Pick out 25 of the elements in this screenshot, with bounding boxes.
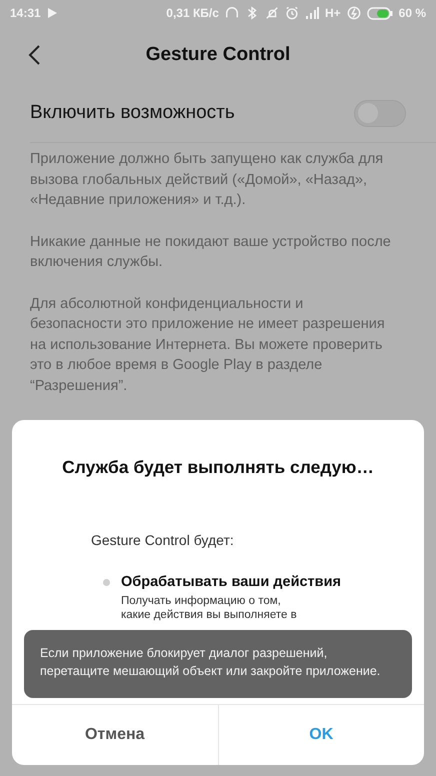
back-icon[interactable] <box>28 45 40 65</box>
clock: 14:31 <box>10 6 41 20</box>
bell-off-icon <box>264 6 279 20</box>
signal-icon <box>304 7 319 19</box>
battery-percent: 60 % <box>398 6 426 20</box>
permission-description: Получать информацию о том, какие действия вы выполняете в <box>121 594 298 622</box>
charging-icon <box>346 6 361 20</box>
page-title: Gesture Control <box>146 44 290 66</box>
setting-label: Включить возможность <box>30 102 235 124</box>
permission-title: Обрабатывать ваши действия <box>121 574 341 590</box>
network-type: H+ <box>324 6 341 20</box>
toast-message: Если приложение блокирует диалог разрешений, перетащите мешающий объект или закройте приложение. <box>24 630 412 698</box>
description-text: Никакие данные не покидают ваше устройство после включения службы. <box>30 232 392 272</box>
description-text: Для абсолютной конфиденциальности и безопасности это приложение не имеет разрешения на использование Интернета. Вы можете проверить это в любое время в Google Play в разделе “Разрешения”. <box>30 294 386 396</box>
toggle-switch[interactable] <box>354 100 406 126</box>
bullet-icon <box>103 579 110 586</box>
network-speed: 0,31 КБ/с <box>166 6 219 20</box>
dialog-intro: Gesture Control будет: <box>91 532 235 548</box>
headphones-icon <box>224 6 239 20</box>
alarm-icon <box>284 6 299 20</box>
play-icon <box>46 7 58 19</box>
dialog-title: Служба будет выполнять следую… <box>61 457 375 478</box>
description-text: Приложение должно быть запущено как служба для вызова глобальных действий («Домой», «Назад», «Недавние приложения» и т.д.). <box>30 150 384 210</box>
cancel-button[interactable]: Отмена <box>12 705 218 765</box>
battery-icon <box>366 6 393 20</box>
